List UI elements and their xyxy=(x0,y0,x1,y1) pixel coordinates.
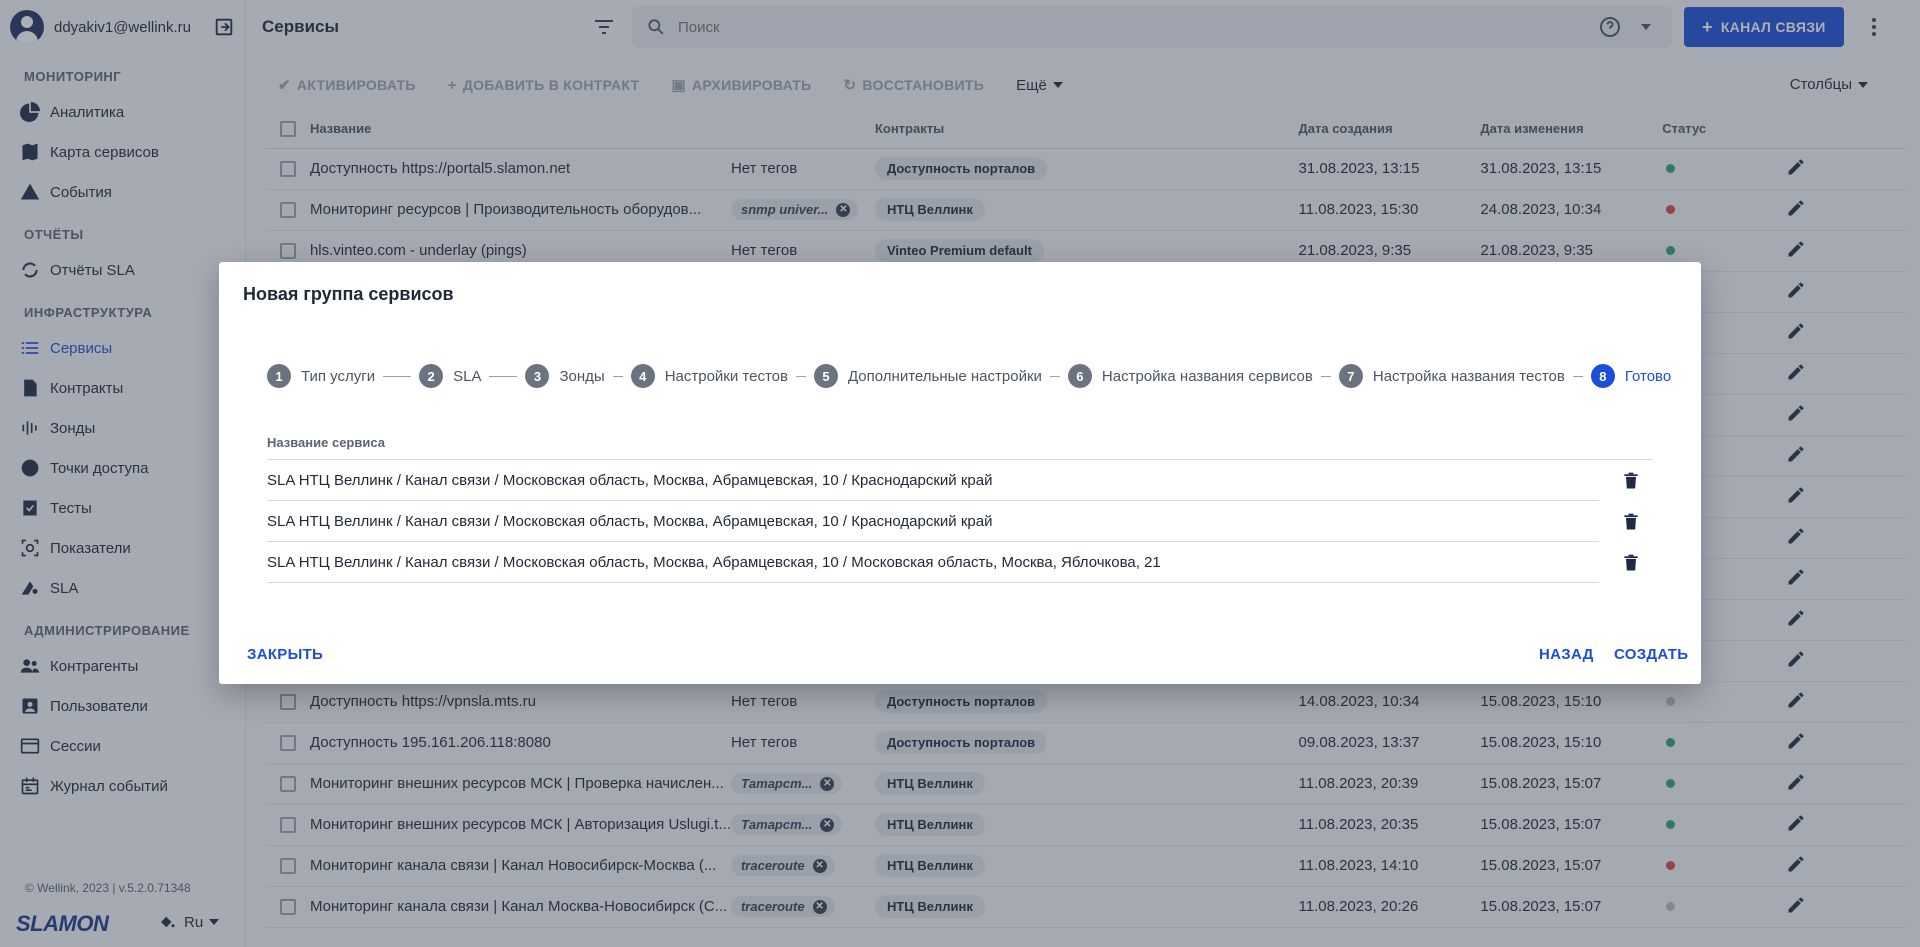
step-connector xyxy=(1572,375,1583,377)
service-name-row: SLA НТЦ Веллинк / Канал связи / Московск… xyxy=(267,460,1653,501)
new-service-group-dialog: Новая группа сервисов 1 Тип услуги 2 SLA 3 Зо… xyxy=(219,262,1701,684)
create-button[interactable]: СОЗДАТЬ xyxy=(1614,646,1688,663)
step-label: Настройки тестов xyxy=(664,367,788,385)
stepper: 1 Тип услуги 2 SLA 3 Зонды 4 Настройки тестов 5 Д… xyxy=(267,364,1671,388)
service-name-field[interactable]: SLA НТЦ Веллинк / Канал связи / Московск… xyxy=(267,460,1599,501)
step-connector xyxy=(1320,375,1331,377)
step-connector xyxy=(489,375,518,377)
step-connector xyxy=(1049,375,1060,377)
step-number: 4 xyxy=(630,364,655,388)
step-label: SLA xyxy=(453,367,482,385)
step-label: Зонды xyxy=(559,367,605,385)
step-connector xyxy=(612,375,623,377)
service-name-field[interactable]: SLA НТЦ Веллинк / Канал связи / Московск… xyxy=(267,501,1599,542)
step-number: 8 xyxy=(1590,364,1615,388)
close-button[interactable]: ЗАКРЫТЬ xyxy=(247,646,323,663)
step-number: 5 xyxy=(813,364,838,388)
step-connector xyxy=(383,375,412,377)
service-name-row: SLA НТЦ Веллинк / Канал связи / Московск… xyxy=(267,501,1653,542)
dialog-title: Новая группа сервисов xyxy=(243,284,454,304)
step-number: 2 xyxy=(419,364,444,388)
step-number: 7 xyxy=(1338,364,1363,388)
step-number: 6 xyxy=(1067,364,1092,388)
step-label: Дополнительные настройки xyxy=(847,367,1042,385)
step[interactable]: 1 Тип услуги xyxy=(267,364,375,388)
step-label: Готово xyxy=(1624,367,1672,385)
delete-icon[interactable] xyxy=(1621,470,1641,492)
step[interactable]: 4 Настройки тестов xyxy=(630,364,788,388)
step[interactable]: 3 Зонды xyxy=(525,364,605,388)
step[interactable]: 6 Настройка названия сервисов xyxy=(1067,364,1313,388)
step[interactable]: 2 SLA xyxy=(419,364,481,388)
step-number: 3 xyxy=(525,364,550,388)
service-name-field[interactable]: SLA НТЦ Веллинк / Канал связи / Московск… xyxy=(267,542,1599,583)
back-button[interactable]: НАЗАД xyxy=(1539,646,1594,663)
step-label: Настройка названия тестов xyxy=(1372,367,1565,385)
step[interactable]: 5 Дополнительные настройки xyxy=(813,364,1042,388)
service-names-table: Название сервиса SLA НТЦ Веллинк / Канал… xyxy=(267,426,1653,583)
step-number: 1 xyxy=(267,364,291,388)
service-name-row: SLA НТЦ Веллинк / Канал связи / Московск… xyxy=(267,542,1653,583)
service-name-header: Название сервиса xyxy=(267,426,1653,460)
step[interactable]: 8 Готово xyxy=(1590,364,1672,388)
step-connector xyxy=(795,375,806,377)
delete-icon[interactable] xyxy=(1621,552,1641,574)
step-label: Настройка названия сервисов xyxy=(1101,367,1313,385)
step[interactable]: 7 Настройка названия тестов xyxy=(1338,364,1565,388)
delete-icon[interactable] xyxy=(1621,511,1641,533)
step-label: Тип услуги xyxy=(301,367,376,385)
service-name-rows: SLA НТЦ Веллинк / Канал связи / Московск… xyxy=(267,460,1653,583)
